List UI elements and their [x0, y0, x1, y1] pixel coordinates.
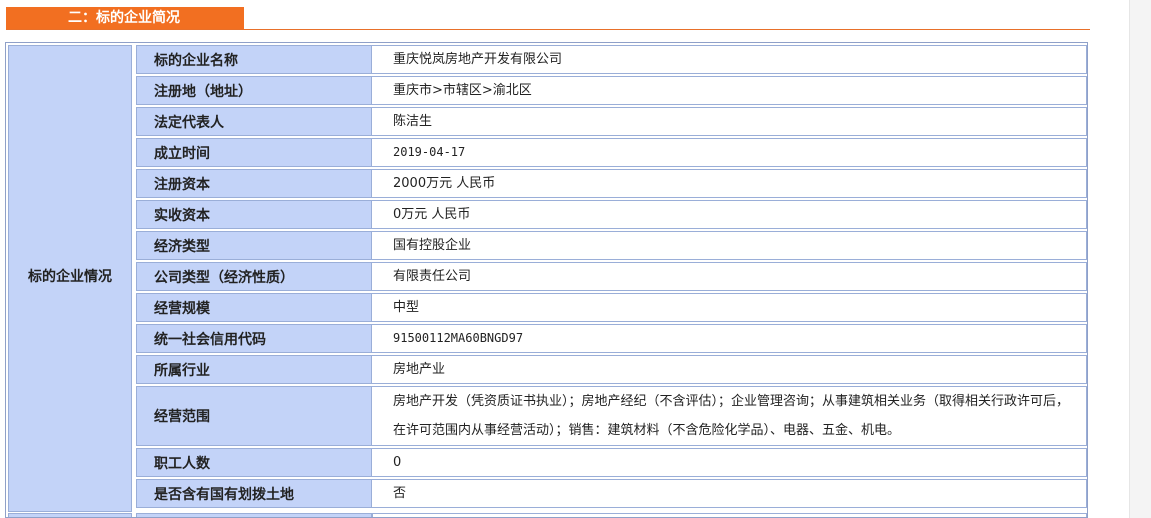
- field-label: 实收资本: [137, 201, 372, 228]
- field-label: 是否含有国有划拨土地: [137, 480, 372, 507]
- field-value: 陈洁生: [372, 108, 1086, 135]
- row-establishment-date: 成立时间 2019-04-17: [136, 138, 1087, 167]
- row-business-scale: 经营规模 中型: [136, 293, 1087, 322]
- field-value: 否: [372, 480, 1086, 507]
- group-label: 标的企业情况: [28, 269, 112, 285]
- row-employee-count: 职工人数 0: [136, 448, 1087, 477]
- row-registered-address: 注册地（地址） 重庆市>市辖区>渝北区: [136, 76, 1087, 105]
- field-label: 注册资本: [137, 170, 372, 197]
- field-label: 经济类型: [137, 232, 372, 259]
- field-label: 所属行业: [137, 356, 372, 383]
- field-label: 注册地（地址）: [137, 77, 372, 104]
- company-info-table: 标的企业情况 标的企业名称 重庆悦岚房地产开发有限公司 注册地（地址） 重庆市>…: [5, 42, 1088, 518]
- field-value: 国有控股企业: [372, 232, 1086, 259]
- field-label: 经营规模: [137, 294, 372, 321]
- field-value: 有限责任公司: [372, 263, 1086, 290]
- field-value: 重庆悦岚房地产开发有限公司: [372, 46, 1086, 73]
- field-value: 2019-04-17: [372, 139, 1086, 166]
- field-value: 房地产开发（凭资质证书执业）；房地产经纪（不含评估）；企业管理咨询；从事建筑相关…: [372, 387, 1086, 445]
- field-label: 公司类型（经济性质）: [137, 263, 372, 290]
- row-company-type: 公司类型（经济性质） 有限责任公司: [136, 262, 1087, 291]
- section-title-tab: 二：标的企业简况: [6, 7, 244, 29]
- next-label-cell: [136, 513, 372, 517]
- field-label: 成立时间: [137, 139, 372, 166]
- row-company-name: 标的企业名称 重庆悦岚房地产开发有限公司: [136, 45, 1087, 74]
- field-value: 房地产业: [372, 356, 1086, 383]
- row-registered-capital: 注册资本 2000万元 人民币: [136, 169, 1087, 198]
- section-title: 二：标的企业简况: [68, 10, 180, 26]
- section-header: 二：标的企业简况: [6, 7, 1090, 30]
- field-value: 中型: [372, 294, 1086, 321]
- page-scrollbar[interactable]: [1129, 0, 1151, 518]
- field-label: 经营范围: [137, 387, 372, 445]
- row-legal-representative: 法定代表人 陈洁生: [136, 107, 1087, 136]
- row-paid-in-capital: 实收资本 0万元 人民币: [136, 200, 1087, 229]
- field-value: 2000万元 人民币: [372, 170, 1086, 197]
- field-label: 法定代表人: [137, 108, 372, 135]
- row-state-allocated-land: 是否含有国有划拨土地 否: [136, 479, 1087, 508]
- row-business-scope: 经营范围 房地产开发（凭资质证书执业）；房地产经纪（不含评估）；企业管理咨询；从…: [136, 386, 1087, 446]
- row-industry: 所属行业 房地产业: [136, 355, 1087, 384]
- field-label: 标的企业名称: [137, 46, 372, 73]
- field-value: 0万元 人民币: [372, 201, 1086, 228]
- next-group-cell: [8, 513, 132, 517]
- group-label-cell: 标的企业情况: [8, 45, 132, 512]
- info-rows: 标的企业名称 重庆悦岚房地产开发有限公司 注册地（地址） 重庆市>市辖区>渝北区…: [136, 45, 1087, 510]
- next-value-cell: [372, 513, 1087, 517]
- field-value: 0: [372, 449, 1086, 476]
- next-row-partial: [6, 513, 1087, 517]
- field-value: 91500112MA60BNGD97: [372, 325, 1086, 352]
- field-label: 职工人数: [137, 449, 372, 476]
- row-credit-code: 统一社会信用代码 91500112MA60BNGD97: [136, 324, 1087, 353]
- field-label: 统一社会信用代码: [137, 325, 372, 352]
- row-economic-type: 经济类型 国有控股企业: [136, 231, 1087, 260]
- field-value: 重庆市>市辖区>渝北区: [372, 77, 1086, 104]
